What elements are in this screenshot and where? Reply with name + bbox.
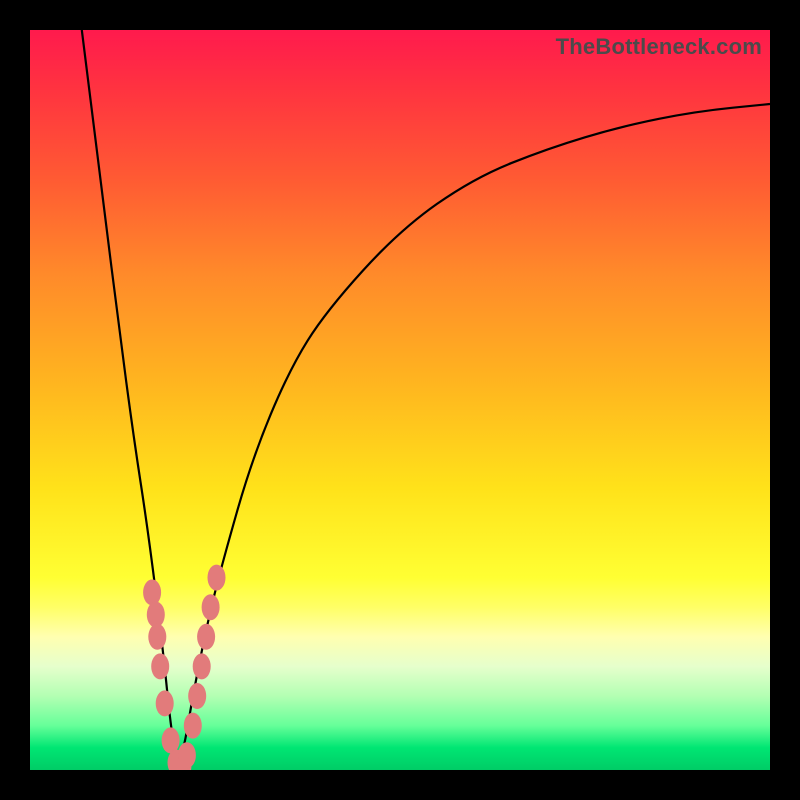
bead xyxy=(208,565,226,591)
bead xyxy=(143,579,161,605)
bead xyxy=(147,602,165,628)
bead xyxy=(202,594,220,620)
bead xyxy=(184,713,202,739)
plot-area: TheBottleneck.com xyxy=(30,30,770,770)
bead xyxy=(151,653,169,679)
bead xyxy=(156,690,174,716)
bead xyxy=(197,624,215,650)
bead xyxy=(148,624,166,650)
bead xyxy=(178,742,196,768)
bottleneck-curve xyxy=(82,30,770,761)
bead xyxy=(193,653,211,679)
chart-frame: TheBottleneck.com xyxy=(0,0,800,800)
bead xyxy=(188,683,206,709)
bead xyxy=(162,727,180,753)
curve-layer xyxy=(30,30,770,770)
